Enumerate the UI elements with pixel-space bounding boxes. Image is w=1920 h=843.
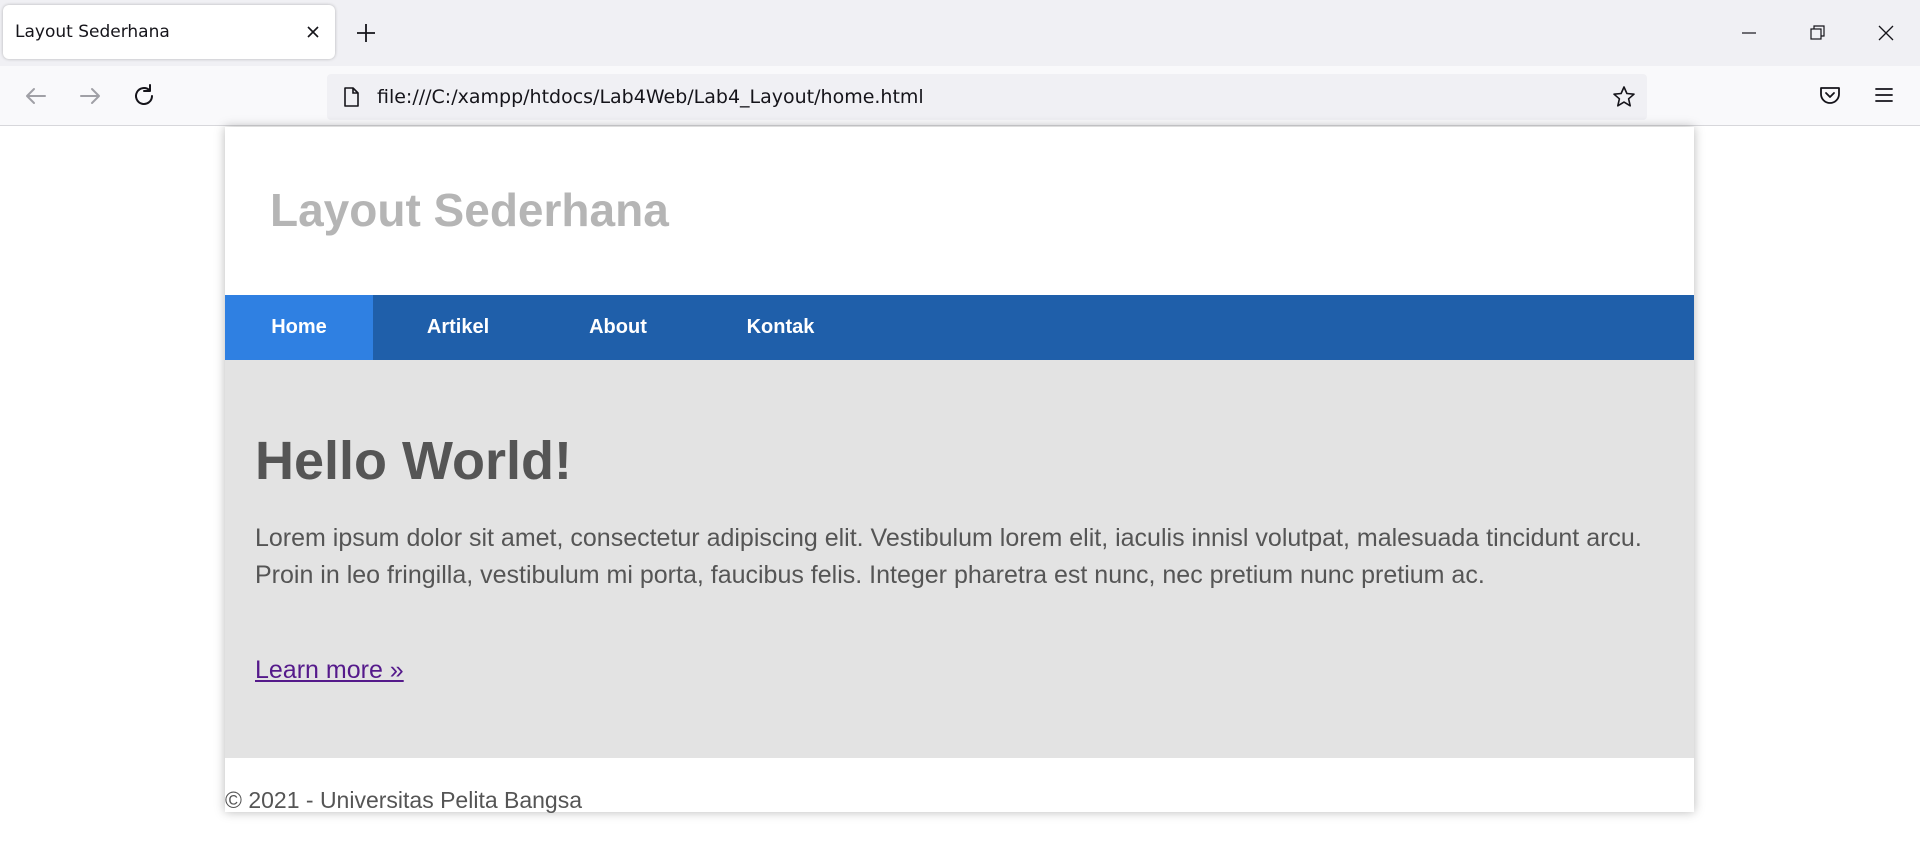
nav-item-about[interactable]: About	[543, 295, 693, 360]
site-footer: © 2021 - Universitas Pelita Bangsa	[225, 758, 1694, 813]
close-icon[interactable]	[1872, 19, 1900, 47]
nav-item-home[interactable]: Home	[225, 295, 373, 360]
minimize-icon[interactable]	[1735, 19, 1763, 47]
page-icon	[340, 86, 362, 108]
browser-tab-strip: Layout Sederhana	[0, 0, 1920, 66]
learn-more-link[interactable]: Learn more »	[255, 656, 404, 685]
hamburger-menu-icon[interactable]	[1870, 81, 1898, 109]
url-bar[interactable]: file:///C:/xampp/htdocs/Lab4Web/Lab4_Lay…	[327, 74, 1647, 120]
reload-icon[interactable]	[129, 81, 159, 111]
site-nav: Home Artikel About Kontak	[225, 295, 1694, 360]
url-text[interactable]: file:///C:/xampp/htdocs/Lab4Web/Lab4_Lay…	[377, 74, 924, 120]
hero-section: Hello World! Lorem ipsum dolor sit amet,…	[225, 360, 1694, 758]
restore-icon[interactable]	[1803, 19, 1831, 47]
plus-icon[interactable]	[352, 19, 380, 47]
hero-heading: Hello World!	[255, 431, 572, 491]
site-title: Layout Sederhana	[270, 184, 669, 236]
browser-tab[interactable]: Layout Sederhana	[3, 5, 335, 59]
close-icon[interactable]	[299, 18, 327, 46]
browser-toolbar: file:///C:/xampp/htdocs/Lab4Web/Lab4_Lay…	[0, 66, 1920, 126]
pocket-icon[interactable]	[1816, 81, 1844, 109]
page-container: Layout Sederhana Home Artikel About Kont…	[225, 127, 1694, 813]
nav-item-artikel[interactable]: Artikel	[373, 295, 543, 360]
star-icon[interactable]	[1611, 84, 1637, 110]
forward-arrow-icon[interactable]	[75, 81, 105, 111]
site-header: Layout Sederhana	[225, 127, 1694, 295]
tab-title: Layout Sederhana	[15, 22, 170, 42]
footer-text: © 2021 - Universitas Pelita Bangsa	[225, 787, 583, 813]
back-arrow-icon[interactable]	[21, 81, 51, 111]
hero-text: Lorem ipsum dolor sit amet, consectetur …	[255, 524, 1642, 589]
nav-item-kontak[interactable]: Kontak	[693, 295, 868, 360]
